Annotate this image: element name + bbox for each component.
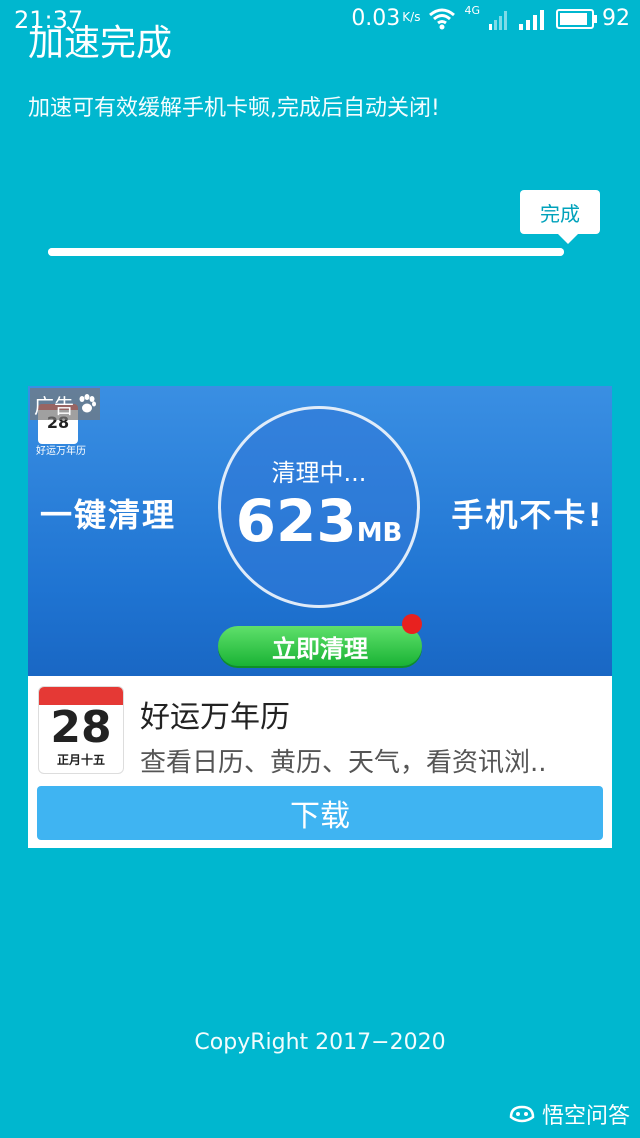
watermark-text: 悟空问答 xyxy=(541,1104,630,1129)
calendar-app-icon[interactable]: 28 正月十五 xyxy=(38,686,124,774)
net-speed: 0.03 K/s xyxy=(351,6,420,31)
progress-bar xyxy=(48,248,564,256)
progress-fill xyxy=(48,248,564,256)
notification-dot xyxy=(402,614,422,634)
cleaning-amount: 623MB xyxy=(221,487,417,555)
ad-banner[interactable]: 28 好运万年历 广告 一键清理 手机不卡! 清理中... 623MB 立即清理 xyxy=(28,386,612,676)
cleaning-amount-unit: MB xyxy=(356,518,403,548)
clean-now-button[interactable]: 立即清理 xyxy=(218,626,422,666)
page-title: 加速完成 xyxy=(28,23,173,64)
calendar-icon-day: 28 xyxy=(50,702,112,753)
banner-slogan-right: 手机不卡! xyxy=(451,496,604,534)
watermark: 悟空问答 xyxy=(508,1098,630,1130)
status-icons: 0.03 K/s 4G 92 xyxy=(351,4,630,31)
signal-weak-icon xyxy=(489,10,507,30)
ad-label-text: 广告 xyxy=(34,393,74,418)
progress-status-tooltip: 完成 xyxy=(520,190,600,244)
page-subtitle: 加速可有效缓解手机卡顿,完成后自动关闭! xyxy=(28,96,440,121)
wifi-icon xyxy=(429,8,456,29)
signal-full-icon xyxy=(519,9,544,30)
download-button[interactable]: 下载 xyxy=(37,786,603,840)
battery-level: 92 xyxy=(602,6,630,31)
paw-icon xyxy=(79,394,96,413)
cleaning-status: 清理中... xyxy=(271,459,367,487)
banner-slogan-left: 一键清理 xyxy=(40,496,177,534)
copyright-text: CopyRight 2017−2020 xyxy=(194,1030,446,1055)
wukong-logo-icon xyxy=(509,1105,535,1123)
network-type: 4G xyxy=(464,4,480,17)
net-speed-unit: K/s xyxy=(402,10,421,24)
app-description: 查看日历、黄历、天气，看资讯浏.. xyxy=(140,748,547,778)
app-name[interactable]: 好运万年历 xyxy=(140,692,290,736)
ad-card[interactable]: 28 好运万年历 广告 一键清理 手机不卡! 清理中... 623MB 立即清理… xyxy=(28,386,612,848)
cleaning-circle: 清理中... 623MB xyxy=(218,406,420,608)
battery-icon xyxy=(556,8,597,29)
cleaning-amount-value: 623 xyxy=(235,487,357,555)
ad-label: 广告 xyxy=(30,388,100,420)
mini-calendar-name: 好运万年历 xyxy=(36,446,86,457)
net-speed-value: 0.03 xyxy=(351,6,401,31)
calendar-icon-lunar: 正月十五 xyxy=(56,753,105,767)
